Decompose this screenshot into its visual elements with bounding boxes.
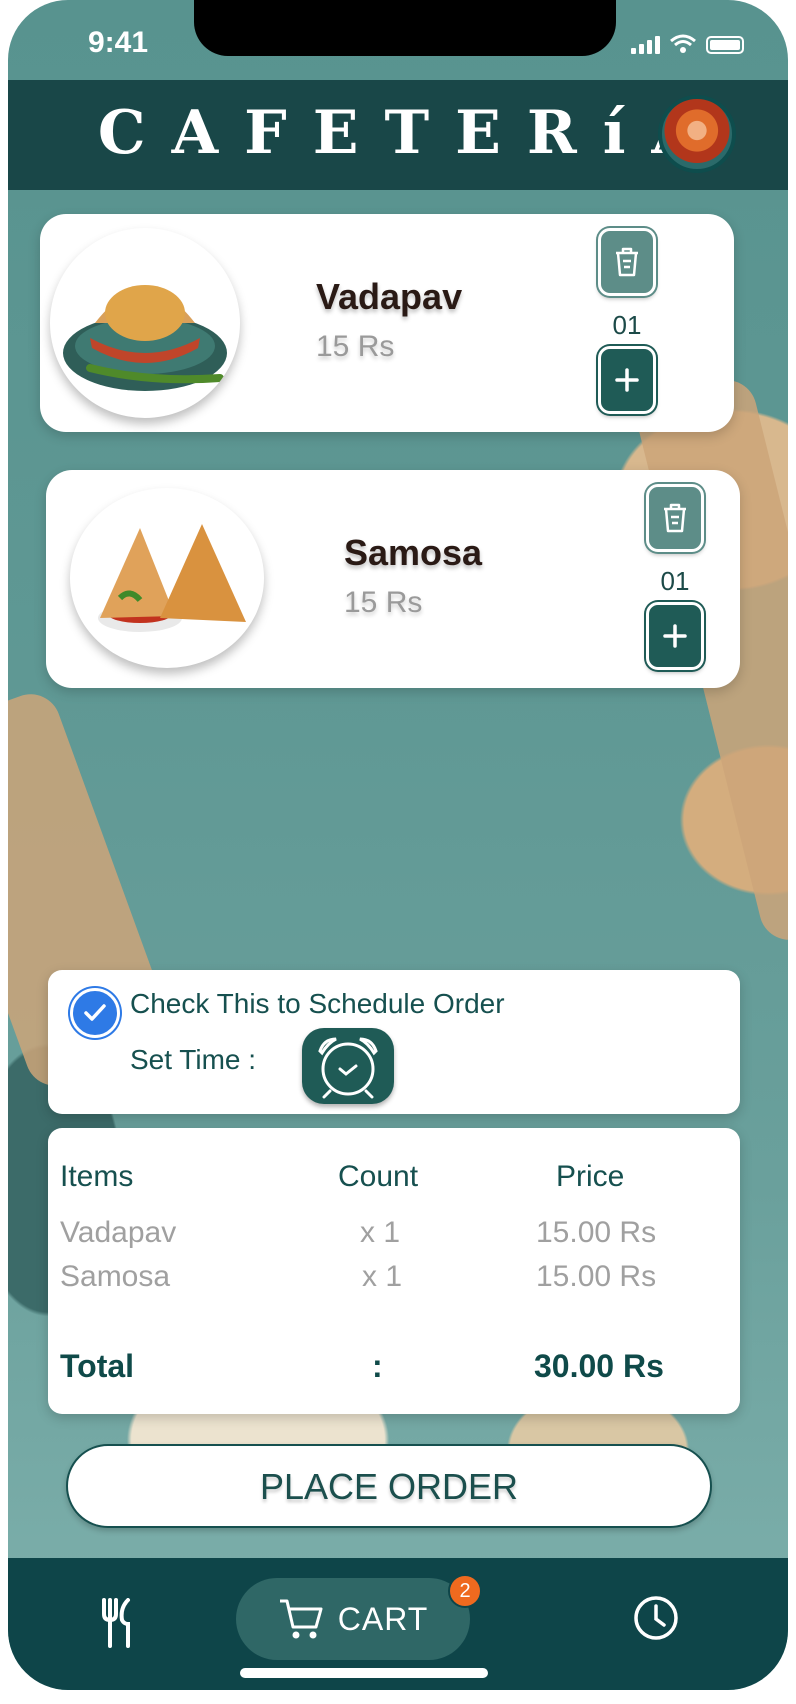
wifi-icon (670, 34, 696, 53)
battery-icon (706, 36, 744, 54)
schedule-checkbox-label: Check This to Schedule Order (130, 988, 505, 1019)
phone-screen: 9:41 CAFETERíA Vadapav 15 Rs 01 Samosa 1… (8, 0, 788, 1690)
alarm-clock-icon (318, 1037, 378, 1099)
trash-icon (616, 247, 638, 277)
cart-count-badge: 2 (448, 1574, 482, 1608)
remove-item-button[interactable] (646, 484, 704, 552)
home-indicator (240, 1668, 488, 1678)
notch (194, 0, 616, 56)
total-value: 30.00 Rs (534, 1348, 664, 1384)
summary-item-price: 15.00 Rs (536, 1216, 657, 1249)
set-time-button[interactable] (302, 1028, 394, 1104)
signal-icon (631, 36, 660, 54)
summary-item-count: x 1 (362, 1260, 403, 1293)
check-icon (84, 1004, 106, 1021)
nav-cart-label: CART (337, 1600, 429, 1637)
place-order-button[interactable]: PLACE ORDER (66, 1444, 712, 1528)
summary-item-price: 15.00 Rs (536, 1260, 657, 1293)
avatar[interactable] (658, 95, 736, 173)
cart-icon (279, 1599, 323, 1639)
trash-icon (664, 503, 686, 533)
item-quantity: 01 (612, 310, 642, 340)
remove-item-button[interactable] (598, 228, 656, 296)
history-clock-icon[interactable] (632, 1594, 680, 1642)
vadapav-image (50, 228, 240, 418)
summary-item-name: Vadapav (60, 1216, 177, 1249)
item-name: Vadapav (316, 276, 463, 317)
column-header-items: Items (60, 1160, 134, 1193)
summary-item-name: Samosa (60, 1260, 171, 1293)
summary-item-count: x 1 (360, 1216, 401, 1249)
item-price: 15 Rs (316, 330, 395, 363)
nav-cart-tab[interactable]: CART (236, 1578, 470, 1660)
item-name: Samosa (344, 532, 483, 573)
order-summary: Items Count Price Vadapav x 1 15.00 Rs S… (48, 1128, 740, 1414)
column-header-price: Price (556, 1160, 625, 1193)
item-price: 15 Rs (344, 586, 423, 619)
add-item-button[interactable] (646, 602, 704, 670)
plus-icon (615, 368, 639, 392)
status-time: 9:41 (88, 26, 149, 59)
set-time-label: Set Time : (130, 1044, 257, 1075)
cart-item-card: Vadapav 15 Rs 01 (40, 214, 734, 432)
item-quantity: 01 (660, 566, 690, 596)
schedule-card: Check This to Schedule Order Set Time : (48, 970, 740, 1114)
menu-utensils-icon[interactable] (100, 1598, 136, 1648)
samosa-image (70, 488, 264, 668)
add-item-button[interactable] (598, 346, 656, 414)
total-separator: : (372, 1348, 383, 1384)
cart-item-card: Samosa 15 Rs 01 (46, 470, 740, 688)
schedule-checkbox[interactable] (70, 988, 120, 1038)
total-label: Total (60, 1348, 135, 1384)
status-icons (631, 34, 744, 54)
bottom-nav: CART 2 (8, 1558, 788, 1690)
column-header-count: Count (338, 1160, 419, 1193)
plus-icon (663, 624, 687, 648)
